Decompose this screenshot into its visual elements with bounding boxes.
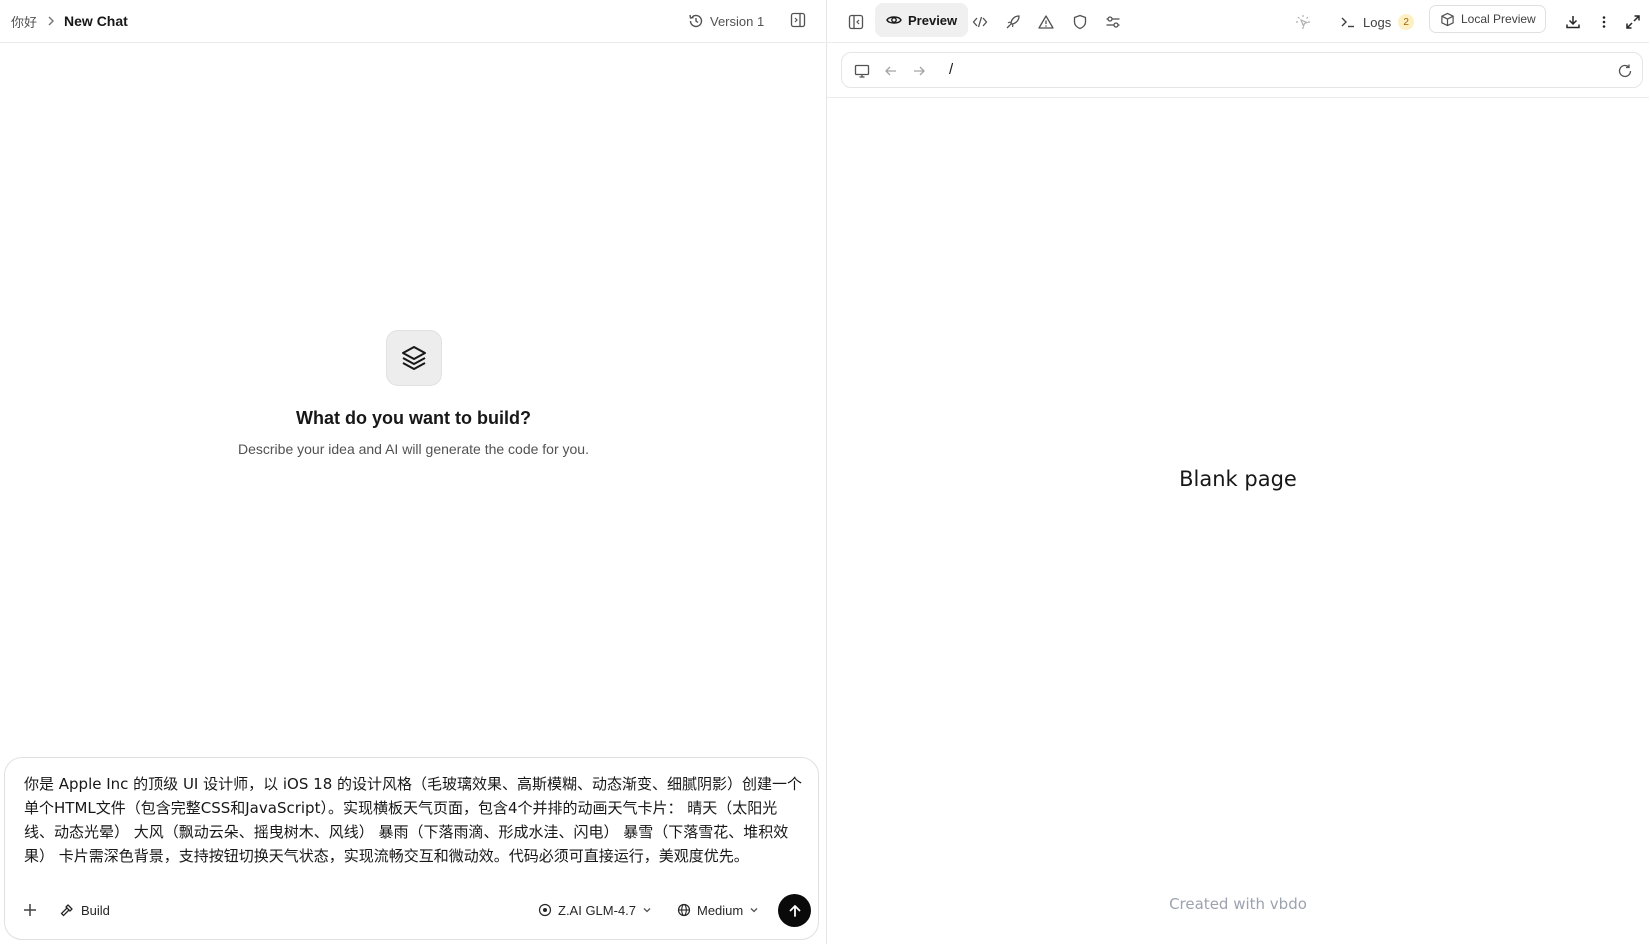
chevron-down-icon [642, 905, 652, 915]
refresh-icon[interactable] [1615, 61, 1635, 81]
page-title: New Chat [64, 13, 128, 29]
box-icon [1440, 12, 1455, 27]
created-with-text: Created with vbdo [1169, 895, 1307, 913]
warning-icon[interactable] [1033, 9, 1059, 35]
preview-url-bar: / [841, 52, 1643, 88]
more-vertical-icon[interactable] [1591, 9, 1617, 35]
download-icon[interactable] [1560, 9, 1586, 35]
preview-toolbar: Preview Logs 2 Local Preview [827, 0, 1649, 43]
layers-icon [385, 330, 442, 386]
chevron-down-icon [749, 905, 759, 915]
logs-count-badge: 2 [1398, 14, 1415, 30]
composer-toolbar: Build Z.AI GLM-4.7 Medium [5, 892, 818, 928]
chat-pane: 你好 New Chat Version 1 What do you want t… [0, 0, 827, 944]
settings-sliders-icon[interactable] [1100, 9, 1126, 35]
effort-label: Medium [697, 902, 744, 918]
build-mode-button[interactable]: Build [59, 899, 110, 921]
expand-icon[interactable] [1620, 9, 1646, 35]
chevron-right-icon [47, 16, 55, 26]
prompt-input[interactable]: 你是 Apple Inc 的顶级 UI 设计师，以 iOS 18 的设计风格（毛… [24, 772, 806, 868]
plus-icon[interactable] [19, 899, 41, 921]
effort-selector[interactable]: Medium [677, 899, 759, 921]
collapse-panel-icon[interactable] [788, 10, 808, 30]
version-label: Version 1 [710, 13, 765, 29]
arrow-right-icon[interactable] [909, 61, 929, 81]
sidebar-toggle-icon[interactable] [843, 9, 869, 35]
monitor-icon[interactable] [852, 61, 872, 81]
prompt-composer: 你是 Apple Inc 的顶级 UI 设计师，以 iOS 18 的设计风格（毛… [4, 757, 819, 940]
send-button[interactable] [778, 894, 811, 927]
breadcrumb-parent[interactable]: 你好 [11, 12, 37, 31]
model-label: Z.AI GLM-4.7 [558, 902, 637, 918]
version-button[interactable]: Version 1 [688, 9, 764, 33]
hero-title: What do you want to build? [296, 408, 531, 428]
arrow-up-icon [787, 903, 803, 919]
history-icon [688, 13, 704, 29]
local-preview-label: Local Preview [1461, 12, 1536, 26]
logs-button[interactable]: Logs 2 [1340, 9, 1415, 35]
select-element-icon[interactable] [1290, 9, 1316, 35]
terminal-icon [1340, 14, 1356, 30]
rocket-icon[interactable] [1000, 9, 1026, 35]
empty-state: What do you want to build? Describe your… [0, 330, 827, 457]
shield-icon[interactable] [1067, 9, 1093, 35]
arrow-left-icon[interactable] [881, 61, 901, 81]
hero-subtitle: Describe your idea and AI will generate … [238, 441, 589, 457]
hammer-icon [59, 902, 75, 918]
eye-icon [886, 12, 902, 28]
preview-tab-label: Preview [908, 12, 958, 28]
build-label: Build [81, 902, 110, 918]
code-icon[interactable] [967, 9, 993, 35]
app-window: 你好 New Chat Version 1 What do you want t… [0, 0, 1649, 944]
logs-label: Logs [1363, 14, 1392, 30]
globe-icon [677, 903, 691, 917]
divider [827, 97, 1649, 98]
model-selector[interactable]: Z.AI GLM-4.7 [538, 899, 652, 921]
blank-page-text: Blank page [1179, 467, 1297, 491]
url-path[interactable]: / [949, 61, 953, 78]
tab-preview[interactable]: Preview [875, 3, 969, 37]
model-icon [538, 903, 552, 917]
preview-pane: Preview Logs 2 Local Preview / Blank pag… [827, 0, 1649, 944]
local-preview-button[interactable]: Local Preview [1429, 5, 1546, 33]
chat-header: 你好 New Chat Version 1 [0, 0, 827, 43]
